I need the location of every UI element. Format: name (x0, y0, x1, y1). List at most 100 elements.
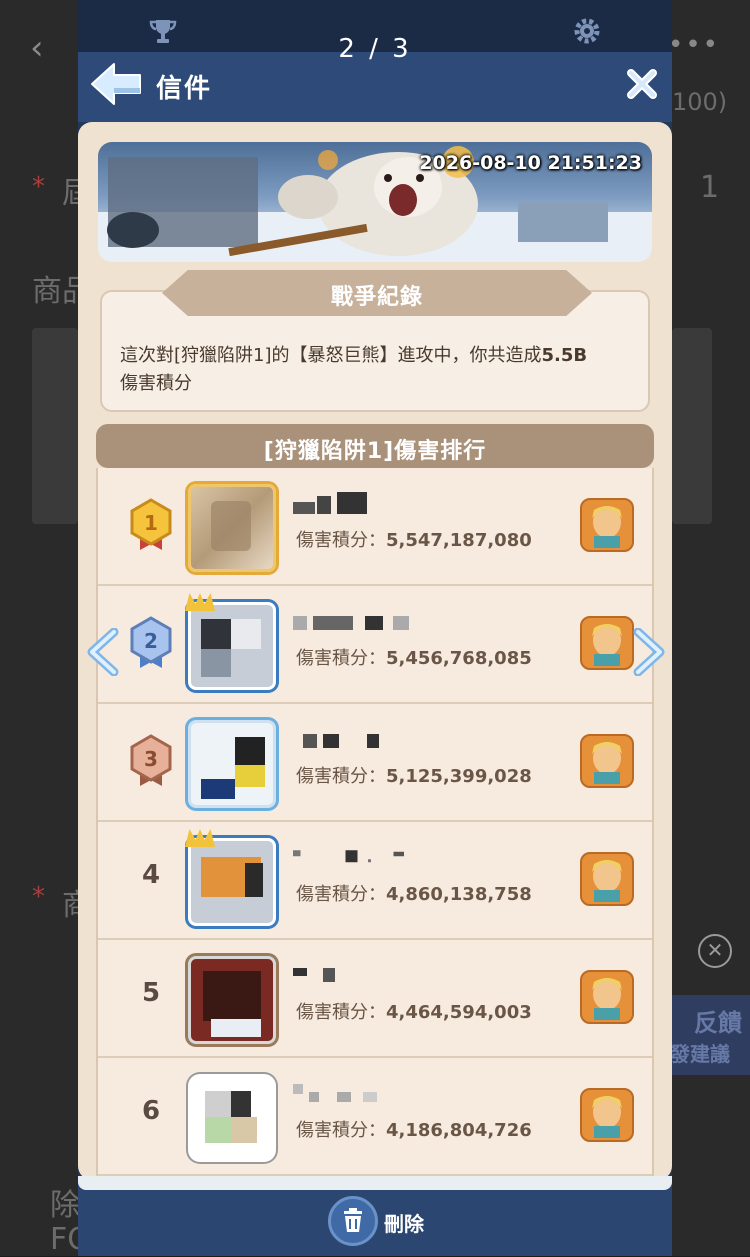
avatar-blur (201, 779, 235, 799)
ranking-row[interactable]: 6 傷害積分：4,186,804,726 (98, 1058, 652, 1176)
avatar (188, 956, 276, 1044)
medal-icon: 2 (130, 616, 172, 668)
war-record-title: 戰爭紀錄 (330, 285, 423, 310)
score-label: 傷害積分： (296, 530, 386, 551)
ranking-row[interactable]: 2 傷害積分：5,456,768,085 (98, 586, 652, 704)
medal-number: 2 (144, 629, 158, 653)
hero-portrait-icon[interactable] (580, 970, 634, 1024)
hero-portrait-icon[interactable] (580, 734, 634, 788)
trash-icon (344, 1208, 362, 1232)
avatar-blur (201, 619, 231, 649)
bg-feedback-label: 反饋 (694, 1009, 742, 1037)
avatar (188, 720, 276, 808)
avatar-blur (211, 501, 251, 551)
close-icon[interactable] (624, 66, 660, 102)
war-record-text-suffix: 傷害積分 (120, 373, 192, 394)
bg-required-mark: * (32, 172, 45, 202)
avatar (185, 829, 276, 926)
score-value: 5,547,187,080 (386, 530, 532, 551)
avatar (188, 1074, 276, 1162)
player-name-redacted (293, 850, 404, 863)
mail-timestamp: 2026-08-10 21:51:23 (419, 152, 642, 174)
avatar-blur (201, 649, 231, 677)
player-name-redacted (303, 734, 379, 748)
score-label: 傷害積分： (296, 766, 386, 787)
bg-feedback-button: 反饋 發建議 (668, 995, 750, 1075)
damage-score: 傷害積分：4,860,138,758 (296, 880, 532, 906)
bg-thumbnail (32, 328, 78, 524)
mail-card: 2026-08-10 21:51:23 戰爭紀錄 這次對[狩獵陷阱1]的【暴怒巨… (78, 122, 672, 1180)
medal-icon: 1 (130, 498, 172, 550)
score-value: 4,860,138,758 (386, 884, 532, 905)
score-value: 4,464,594,003 (386, 1002, 532, 1023)
damage-score: 傷害積分：5,547,187,080 (296, 526, 532, 552)
hero-portrait-icon[interactable] (580, 1088, 634, 1142)
crown-icon (185, 593, 215, 611)
ranking-header: [狩獵陷阱1]傷害排行 (96, 424, 654, 468)
delete-label[interactable]: 刪除 (384, 1208, 424, 1237)
avatar-blur (231, 1091, 251, 1117)
bg-close-icon: ✕ (698, 934, 732, 968)
damage-score: 傷害積分：4,186,804,726 (296, 1116, 532, 1142)
score-label: 傷害積分： (296, 1002, 386, 1023)
player-name-redacted (293, 1084, 377, 1102)
damage-score: 傷害積分：5,456,768,085 (296, 644, 532, 670)
player-name-redacted (293, 616, 409, 630)
war-record-box: 戰爭紀錄 這次對[狩獵陷阱1]的【暴怒巨熊】進攻中，你共造成5.5B 傷害積分 (100, 270, 650, 412)
avatar (188, 484, 276, 572)
avatar-blur (231, 619, 261, 649)
page-counter: 2 / 3 (338, 34, 412, 64)
event-banner: 2026-08-10 21:51:23 (98, 142, 652, 262)
score-value: 5,456,768,085 (386, 648, 532, 669)
avatar-blur (235, 765, 265, 787)
chevron-left-icon[interactable] (86, 628, 120, 676)
score-value: 5,125,399,028 (386, 766, 532, 787)
avatar-blur (211, 1019, 261, 1037)
ranking-row[interactable]: 1 傷害積分：5,547,187,080 (98, 468, 652, 586)
medal-number: 3 (144, 747, 158, 771)
snow-decoration (78, 1176, 672, 1190)
ranking-row[interactable]: 3 傷害積分：5,125,399,028 (98, 704, 652, 822)
score-label: 傷害積分： (296, 884, 386, 905)
player-name-redacted (293, 492, 367, 514)
medal-number: 1 (144, 511, 158, 535)
player-name-redacted (293, 968, 335, 982)
damage-score: 傷害積分：5,125,399,028 (296, 762, 532, 788)
score-value: 4,186,804,726 (386, 1120, 532, 1141)
rank-number: 5 (141, 978, 161, 1008)
avatar-blur (205, 1091, 231, 1117)
back-arrow-icon[interactable] (88, 60, 144, 108)
score-label: 傷害積分： (296, 648, 386, 669)
avatar-blur (203, 971, 261, 1021)
mail-modal: 信件 2026-08-10 21:51:23 戰爭紀錄 這次對[狩獵陷阱1]的【… (78, 0, 672, 1256)
war-record-text-prefix: 這次對[狩獵陷阱1]的【暴怒巨熊】進攻中，你共造成 (120, 345, 542, 366)
avatar-blur (205, 1117, 231, 1143)
chevron-right-icon[interactable] (632, 628, 666, 676)
crown-icon (185, 829, 215, 847)
avatar (185, 593, 276, 690)
hero-portrait-icon[interactable] (580, 616, 634, 670)
rank-number: 4 (141, 860, 161, 890)
bg-quantity: 1 (700, 170, 720, 205)
war-record-text: 這次對[狩獵陷阱1]的【暴怒巨熊】進攻中，你共造成5.5B 傷害積分 (120, 342, 640, 398)
ranking-list[interactable]: 1 傷害積分：5,547,187,080 2 傷害積分：5,456,768,08… (96, 468, 654, 1180)
hero-portrait-icon[interactable] (580, 852, 634, 906)
modal-title: 信件 (156, 74, 213, 104)
war-record-damage-value: 5.5B (541, 345, 588, 366)
ranking-row[interactable]: 5 傷害積分：4,464,594,003 (98, 940, 652, 1058)
ranking-row[interactable]: 4 傷害積分：4,860,138,758 (98, 822, 652, 940)
bg-text-fragment: 除 (50, 1188, 80, 1223)
delete-button[interactable] (328, 1196, 378, 1246)
avatar-blur (235, 737, 265, 765)
ranking-title: [狩獵陷阱1]傷害排行 (263, 439, 487, 464)
hero-portrait-icon[interactable] (580, 498, 634, 552)
score-label: 傷害積分： (296, 1120, 386, 1141)
damage-score: 傷害積分：4,464,594,003 (296, 998, 532, 1024)
bg-price-fragment: 100) (672, 88, 728, 116)
medal-icon: 3 (130, 734, 172, 786)
bg-thumbnail (672, 328, 712, 524)
avatar-blur (231, 1117, 257, 1143)
rank-number: 6 (141, 1096, 161, 1126)
bg-feedback-sublabel: 發建議 (670, 1042, 730, 1066)
modal-footer: 刪除 (78, 1176, 672, 1256)
